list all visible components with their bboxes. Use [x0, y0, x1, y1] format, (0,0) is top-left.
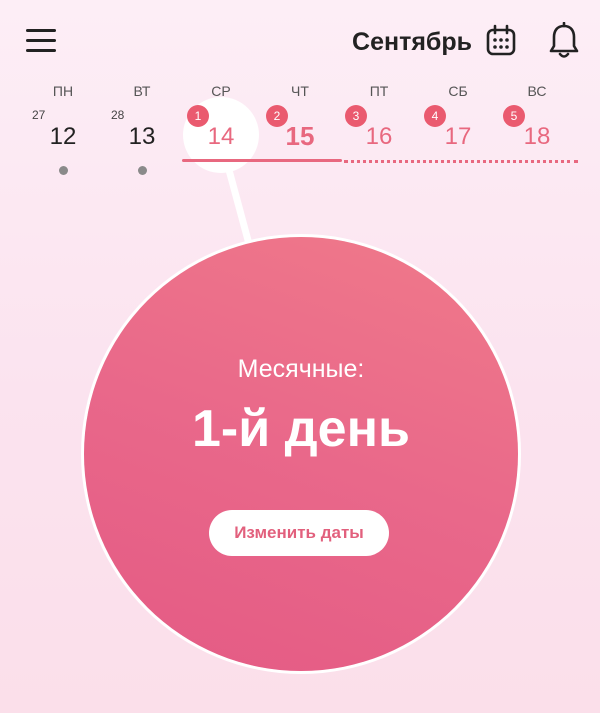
weekday-label: ПТ [369, 83, 389, 99]
cycle-day-number: 28 [111, 108, 125, 122]
day-sat[interactable]: СБ 4 17 [418, 80, 498, 180]
weekday-label: СБ [448, 83, 468, 99]
day-wed[interactable]: СР 1 14 [181, 80, 261, 180]
day-number: 17 [444, 123, 472, 150]
day-mon[interactable]: ПН 27 12 [23, 80, 103, 180]
change-dates-button[interactable]: Изменить даты [209, 510, 389, 556]
day-number: 12 [49, 123, 77, 150]
day-number: 16 [365, 123, 393, 150]
weekday-label: ВТ [133, 83, 151, 99]
cycle-day-text: 1-й день [192, 400, 410, 458]
weekday-label: СР [211, 83, 231, 99]
day-fri[interactable]: ПТ 3 16 [339, 80, 419, 180]
weekday-label: ПН [52, 83, 74, 99]
weekday-label: ВС [527, 83, 547, 99]
day-tue[interactable]: ВТ 28 13 [102, 80, 182, 180]
day-dot [138, 166, 147, 175]
week-strip: ПН 27 12 ВТ 28 13 СР 1 14 ЧТ 2 15 ПТ 3 1… [22, 80, 580, 180]
cycle-day-number: 27 [32, 108, 46, 122]
cycle-phase-label: Месячные: [237, 355, 365, 383]
day-number: 13 [128, 123, 156, 150]
weekday-label: ЧТ [291, 83, 309, 99]
cycle-status-circle: Месячные: 1-й день Изменить даты [84, 237, 518, 671]
day-thu[interactable]: ЧТ 2 15 [260, 80, 340, 180]
day-number-today: 15 [285, 121, 315, 151]
day-number: 18 [523, 123, 551, 150]
day-sun[interactable]: ВС 5 18 [497, 80, 577, 180]
day-number: 14 [207, 123, 235, 150]
day-dot [59, 166, 68, 175]
